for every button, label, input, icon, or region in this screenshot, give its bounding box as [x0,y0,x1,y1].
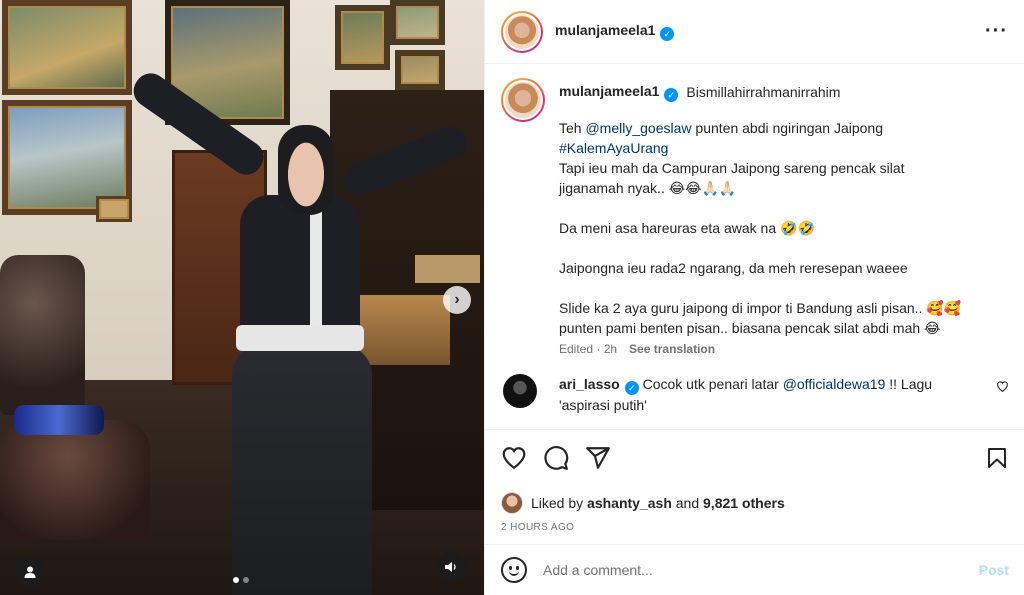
edited-label: Edited · 2h [559,342,618,356]
caption-meta: Edited · 2h See translation [559,342,1009,356]
post-comment-button[interactable]: Post [979,562,1009,578]
slide-dot-2 [243,577,249,583]
save-button[interactable] [985,445,1009,471]
commenter-avatar[interactable] [503,374,537,408]
caption-first-line: Bismillahirrahmanirrahim [686,84,841,100]
video-frame [0,0,484,595]
caption-text-segment: jiganamah nyak.. 😂😂🙏🏻🙏🏻 [559,180,737,196]
slide-dot-1 [233,577,239,583]
post-timestamp[interactable]: 2 HOURS AGO [501,522,1009,533]
audio-toggle-button[interactable] [436,552,466,582]
post-header: mulanjameela1 ✓ ··· [485,0,1024,64]
like-button[interactable] [501,445,527,471]
hashtag-link[interactable]: #KalemAyaUrang [559,140,668,156]
caption-paragraph: Jaipongna ieu rada2 ngarang, da meh rere… [559,260,908,276]
caption-avatar[interactable] [501,78,545,122]
chevron-right-icon: › [454,291,460,308]
likes-summary: Liked by ashanty_ash and 9,821 others [501,492,1009,514]
heart-icon [997,381,1008,393]
heart-icon [502,447,526,470]
person-icon [24,566,36,578]
next-slide-button[interactable]: › [443,286,471,314]
tagged-users-button[interactable] [15,557,45,587]
caption-text-segment: Tapi ieu mah da Campuran Jaipong sareng … [559,160,905,176]
emoji-icon[interactable] [501,557,527,583]
comment-icon [544,446,569,470]
liker-avatar[interactable] [501,492,523,514]
post-caption: mulanjameela1 ✓ Bismillahirrahmanirrahim … [501,78,1009,356]
caption-text-segment: Teh [559,120,586,136]
caption-paragraph: Da meni asa hareuras eta awak na 🤣🤣 [559,220,815,236]
comment-body: ari_lasso ✓ Cocok utk penari latar @offic… [559,374,979,415]
post-media[interactable]: › [0,0,484,595]
likes-prefix: Liked by [531,495,584,511]
mention-link[interactable]: @melly_goeslaw [585,120,691,136]
see-translation-link[interactable]: See translation [629,342,715,356]
caption-text: Teh @melly_goeslaw punten abdi ngiringan… [559,118,1009,338]
bookmark-icon [988,448,1006,468]
caption-username[interactable]: mulanjameela1 ✓ [559,83,679,102]
comment-text: Cocok utk penari latar [642,376,783,392]
commenter-username[interactable]: ari_lasso ✓ [559,376,639,395]
caption-text-segment: Slide ka 2 aya guru jaipong di impor ti … [559,300,962,316]
post-side-panel: mulanjameela1 ✓ ··· mulanjameela1 ✓ Bismil… [484,0,1024,595]
likes-count-link[interactable]: 9,821 others [703,495,785,511]
verified-badge-icon: ✓ [624,381,639,395]
comment-input[interactable] [543,562,943,578]
comment-like-button[interactable] [996,374,1009,415]
instagram-post: › mulanjameela1 ✓ ··· mulanjameela1 ✓ Bi… [0,0,1024,595]
more-horizontal-icon[interactable]: ··· [985,20,1008,43]
slide-indicator [233,577,249,583]
speaker-icon [445,562,456,572]
liker-username[interactable]: ashanty_ash [587,495,672,511]
comments-section: mulanjameela1 ✓ Bismillahirrahmanirrahim … [485,64,1024,429]
send-icon [586,447,610,469]
likes-middle: and [675,495,700,511]
verified-badge-icon: ✓ [664,87,679,102]
mention-link[interactable]: @officialdewa19 [783,376,886,392]
add-comment-bar: Post [485,544,1024,595]
author-username[interactable]: mulanjameela1 ✓ [555,22,675,41]
post-actions: Liked by ashanty_ash and 9,821 others 2 … [485,429,1024,533]
author-avatar[interactable] [501,10,543,53]
share-button[interactable] [585,445,611,471]
comment-item: ari_lasso ✓ Cocok utk penari latar @offic… [501,374,1009,415]
caption-text-segment: punten abdi ngiringan Jaipong [691,120,884,136]
caption-text-segment: punten pami benten pisan.. biasana penca… [559,320,941,336]
verified-badge-icon: ✓ [660,27,675,41]
comment-button[interactable] [543,445,569,471]
